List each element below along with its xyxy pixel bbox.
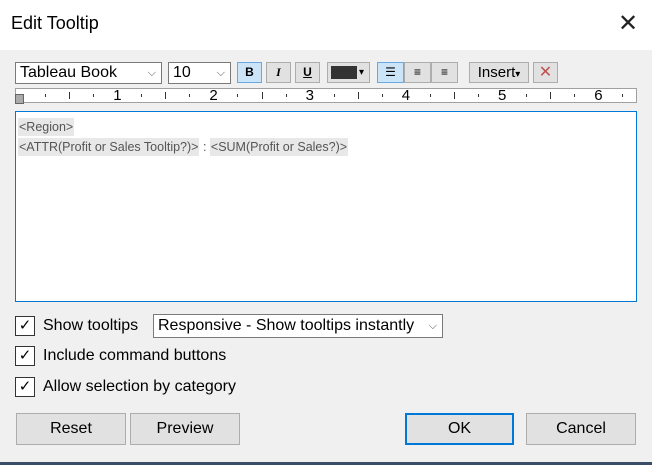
align-right-icon: ≡ [440,65,448,79]
ruler-label: 1 [113,87,122,104]
allow-selection-checkbox[interactable]: ✓ [15,377,35,397]
ruler-label: 6 [594,87,603,104]
align-center-button[interactable]: ≡ [404,62,431,83]
indent-handle[interactable] [15,94,24,104]
tooltip-editor[interactable]: <Region> <ATTR(Profit or Sales Tooltip?)… [15,111,637,302]
field-region: <Region> [18,118,75,136]
allow-selection-label: Allow selection by category [43,378,236,395]
bold-button[interactable]: B [237,62,262,83]
ruler-tick [574,94,576,97]
ruler-tick [93,94,95,97]
ruler-tick [141,94,143,97]
font-size-value: 10 [173,64,191,81]
ruler-tick [526,94,528,97]
ruler-tick [550,92,552,99]
include-command-buttons-label: Include command buttons [43,347,227,364]
ruler-tick [165,92,167,99]
ruler-tick [333,94,335,97]
font-family-value: Tableau Book [20,64,117,81]
ruler-tick [69,92,71,99]
ruler[interactable]: 1 2 3 4 5 6 [15,87,637,104]
insert-button[interactable]: Insert▾ [469,62,529,83]
reset-button[interactable]: Reset [16,413,126,445]
ruler-tick [381,94,383,97]
font-family-select[interactable]: Tableau Book ⌵ [15,62,162,84]
ruler-tick [285,94,287,97]
ruler-tick [189,94,191,97]
insert-label: Insert [477,64,516,81]
field-attr-tooltip: <ATTR(Profit or Sales Tooltip?)> [18,138,200,156]
chevron-down-icon: ⌵ [428,320,437,332]
ruler-tick [453,92,455,99]
ruler-tick [477,94,479,97]
underline-button[interactable]: U [295,62,320,83]
show-tooltips-label: Show tooltips [43,317,139,334]
ruler-label: 3 [305,87,314,104]
caret-down-icon: ▾ [515,69,521,80]
chevron-down-icon: ⌵ [216,67,225,79]
ruler-label: 2 [209,87,218,104]
separator-text: : [199,140,210,154]
ruler-label: 4 [401,87,411,104]
ruler-tick [622,94,624,97]
italic-button[interactable]: I [266,62,291,83]
ruler-tick [237,94,239,97]
clear-formatting-button[interactable]: ✕ [533,62,558,83]
include-command-buttons-checkbox[interactable]: ✓ [15,346,35,366]
dialog-title: Edit Tooltip [11,13,99,33]
tooltip-mode-select[interactable]: Responsive - Show tooltips instantly ⌵ [153,314,443,338]
ok-button[interactable]: OK [405,413,514,445]
cancel-button[interactable]: Cancel [526,413,636,445]
preview-button[interactable]: Preview [130,413,240,445]
color-swatch [331,66,357,79]
align-center-icon: ≡ [413,65,421,79]
ruler-label: 5 [498,87,507,104]
chevron-down-icon: ⌵ [147,67,156,79]
tooltip-mode-value: Responsive - Show tooltips instantly [158,317,415,334]
title-bar: Edit Tooltip ✕ [0,0,652,50]
field-sum-profit: <SUM(Profit or Sales?)> [209,138,349,156]
show-tooltips-checkbox[interactable]: ✓ [15,316,35,336]
caret-down-icon: ▾ [359,67,365,78]
font-color-button[interactable]: ▾ [327,62,370,83]
ruler-tick [429,94,431,97]
ruler-tick [357,92,359,99]
font-size-select[interactable]: 10 ⌵ [168,62,231,84]
ruler-tick [45,94,47,97]
ruler-tick [261,92,263,99]
align-left-icon: ☰ [385,65,396,79]
align-left-button[interactable]: ☰ [377,62,404,83]
close-icon[interactable]: ✕ [616,12,640,36]
align-right-button[interactable]: ≡ [431,62,458,83]
